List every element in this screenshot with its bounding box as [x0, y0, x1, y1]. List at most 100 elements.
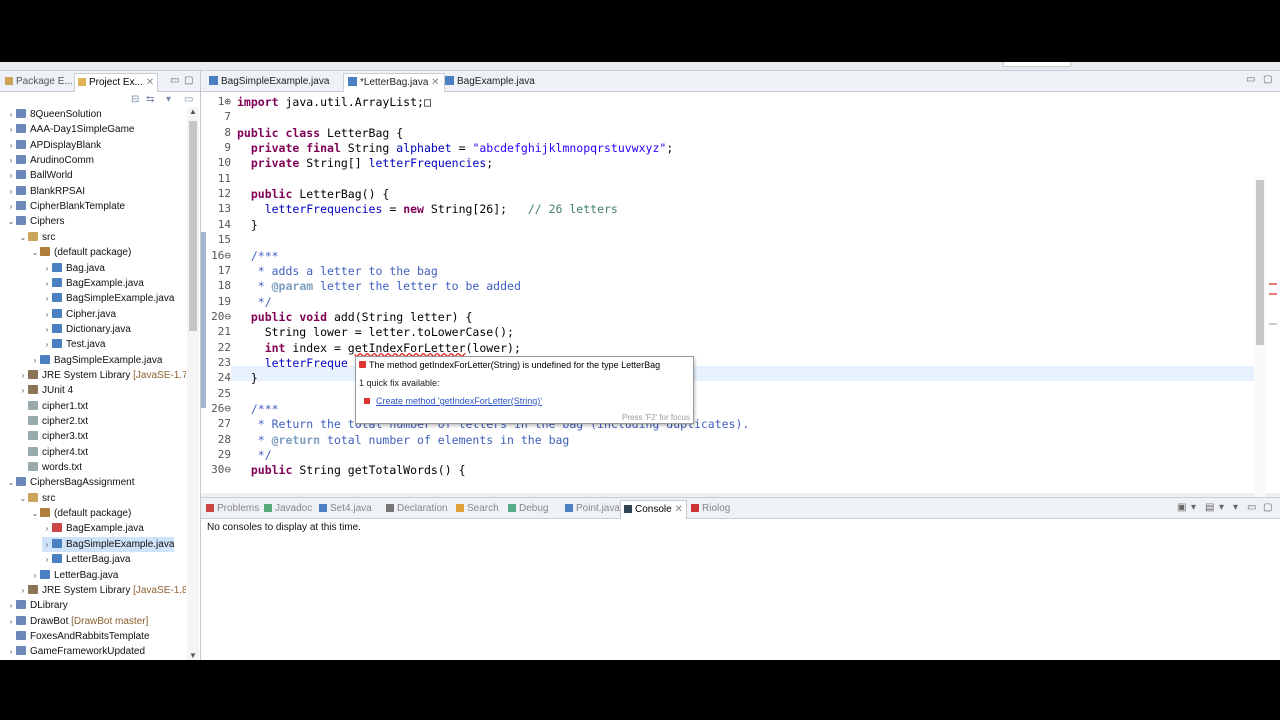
minimize-icon[interactable]: ▭	[1246, 74, 1255, 85]
tab-console[interactable]: Console ✕	[620, 500, 687, 519]
collapsed-icon[interactable]: ›	[30, 353, 40, 368]
maximize-icon[interactable]: ▢	[1263, 502, 1272, 513]
quick-access-field[interactable]	[1003, 62, 1071, 67]
tab-javadoc[interactable]: Javadoc	[261, 500, 315, 518]
tree-item[interactable]: › JUnit 4	[18, 383, 73, 398]
tree-scrollbar[interactable]: ▲ ▼	[187, 107, 199, 660]
tree-item[interactable]: › 8QueenSolution	[6, 107, 102, 122]
collapsed-icon[interactable]: ›	[18, 383, 28, 398]
tree-item[interactable]: ⌄ CiphersBagAssignment	[6, 475, 135, 490]
tree-item[interactable]: › GameFrameworkUpdated	[6, 644, 145, 659]
tree-item[interactable]: › DLibrary	[6, 598, 68, 613]
tab-letterbag[interactable]: *LetterBag.java ✕	[343, 73, 445, 92]
collapsed-icon[interactable]: ›	[6, 107, 16, 122]
collapsed-icon[interactable]: ›	[42, 276, 52, 291]
expanded-icon[interactable]: ⌄	[6, 214, 16, 229]
tree-item[interactable]: › BlankRPSAI	[6, 184, 85, 199]
code-line[interactable]: int index = getIndexForLetter(lower);	[237, 341, 521, 355]
tree-item[interactable]: › BagExample.java	[42, 521, 144, 536]
pin-icon[interactable]: ▾	[1191, 502, 1196, 513]
tree-item[interactable]: cipher2.txt	[18, 414, 88, 429]
close-icon[interactable]: ✕	[431, 77, 439, 88]
view-menu-icon[interactable]: ▾	[166, 94, 171, 105]
tree-item[interactable]: cipher3.txt	[18, 429, 88, 444]
tree-item[interactable]: › Dictionary.java	[42, 322, 131, 337]
new-console-icon[interactable]: ▾	[1219, 502, 1224, 513]
open-console-icon[interactable]: ▤	[1205, 502, 1214, 513]
code-line[interactable]: private final String alphabet = "abcdefg…	[237, 141, 673, 155]
collapsed-icon[interactable]: ›	[42, 291, 52, 306]
display-console-icon[interactable]: ▣	[1177, 502, 1186, 513]
tab-riolog[interactable]: Riolog	[688, 500, 733, 518]
collapsed-icon[interactable]: ›	[42, 322, 52, 337]
close-icon[interactable]: ✕	[672, 504, 682, 515]
error-marker[interactable]	[1269, 293, 1277, 295]
code-line[interactable]: */	[237, 448, 272, 462]
maximize-icon[interactable]: ▢	[184, 75, 193, 86]
tab-search[interactable]: Search	[453, 500, 502, 518]
code-line[interactable]: letterFreque	[237, 356, 348, 370]
scroll-up-icon[interactable]: ▲	[187, 107, 199, 116]
code-line[interactable]: * adds a letter to the bag	[237, 264, 438, 278]
tree-item[interactable]: › APDisplayBlank	[6, 138, 101, 153]
scrollbar-thumb[interactable]	[1256, 180, 1264, 345]
collapsed-icon[interactable]: ›	[6, 199, 16, 214]
tree-item[interactable]: ⌄ src	[18, 491, 55, 506]
collapsed-icon[interactable]: ›	[6, 168, 16, 183]
code-line[interactable]: }	[237, 371, 258, 385]
tab-point-java[interactable]: Point.java	[562, 500, 623, 518]
code-line[interactable]: public String getTotalWords() {	[237, 463, 466, 477]
collapsed-icon[interactable]: ›	[18, 583, 28, 598]
code-line[interactable]: public class LetterBag {	[237, 126, 403, 140]
minimize-icon[interactable]: ▭	[184, 94, 193, 105]
tree-item[interactable]: › BagSimpleExample.java	[42, 291, 174, 306]
expanded-icon[interactable]: ⌄	[18, 230, 28, 245]
tree-item[interactable]: ⌄ Ciphers	[6, 214, 64, 229]
code-line[interactable]: String lower = letter.toLowerCase();	[237, 325, 514, 339]
link-editor-icon[interactable]: ⇆	[146, 94, 154, 105]
tree-item[interactable]: cipher1.txt	[18, 399, 88, 414]
tree-item[interactable]: › JRE System Library [JavaSE-1.8]	[18, 583, 186, 598]
code-line[interactable]: */	[237, 295, 272, 309]
code-line[interactable]: /***	[237, 402, 279, 416]
collapsed-icon[interactable]: ›	[6, 184, 16, 199]
tree-item[interactable]: › ArudinoComm	[6, 153, 94, 168]
tree-item[interactable]: cipher4.txt	[18, 445, 88, 460]
collapsed-icon[interactable]: ›	[6, 614, 16, 629]
collapse-all-icon[interactable]: ⊟	[131, 94, 139, 105]
code-line[interactable]: letterFrequencies = new String[26]; // 2…	[237, 202, 618, 216]
tree-item[interactable]: ⌄ (default package)	[30, 245, 131, 260]
minimize-icon[interactable]: ▭	[170, 75, 179, 86]
code-line[interactable]: * @return total number of elements in th…	[237, 433, 570, 447]
tree-item[interactable]: › BagSimpleExample.java	[30, 353, 162, 368]
collapsed-icon[interactable]: ›	[42, 307, 52, 322]
collapsed-icon[interactable]: ›	[42, 537, 52, 552]
tab-set4-java[interactable]: Set4.java	[316, 500, 375, 518]
tree-item[interactable]: › Cipher.java	[42, 307, 116, 322]
collapsed-icon[interactable]: ›	[6, 153, 16, 168]
tree-item[interactable]: › DrawBot [DrawBot master]	[6, 614, 148, 629]
tab-bagsimpleexample[interactable]: BagSimpleExample.java	[205, 73, 333, 91]
tab-project-explorer[interactable]: Project Ex... ✕	[74, 73, 159, 92]
collapsed-icon[interactable]: ›	[6, 598, 16, 613]
tree-item[interactable]: › BagSimpleExample.java	[42, 536, 175, 552]
tree-item[interactable]: FoxesAndRabbitsTemplate	[6, 629, 150, 644]
tab-declaration[interactable]: Declaration	[383, 500, 451, 518]
collapsed-icon[interactable]: ›	[42, 261, 52, 276]
tab-problems[interactable]: Problems	[203, 500, 262, 518]
collapsed-icon[interactable]: ›	[42, 337, 52, 352]
tree-item[interactable]: › LetterBag.java	[42, 552, 131, 567]
tree-item[interactable]: › CipherBlankTemplate	[6, 199, 125, 214]
collapsed-icon[interactable]: ›	[18, 368, 28, 383]
code-line[interactable]: import java.util.ArrayList;□	[237, 95, 431, 109]
tree-item[interactable]: › LetterBag.java	[30, 568, 119, 583]
tree-item[interactable]: › AAA-Day1SimpleGame	[6, 122, 134, 137]
collapsed-icon[interactable]: ›	[6, 644, 16, 659]
code-line[interactable]: public LetterBag() {	[237, 187, 389, 201]
maximize-icon[interactable]: ▢	[1263, 74, 1272, 85]
editor-scrollbar[interactable]	[1254, 176, 1266, 536]
error-marker[interactable]	[1269, 283, 1277, 285]
tree-item[interactable]: › Bag.java	[42, 261, 105, 276]
tab-package-explorer[interactable]: Package E...	[2, 73, 76, 91]
collapsed-icon[interactable]: ›	[42, 552, 52, 567]
